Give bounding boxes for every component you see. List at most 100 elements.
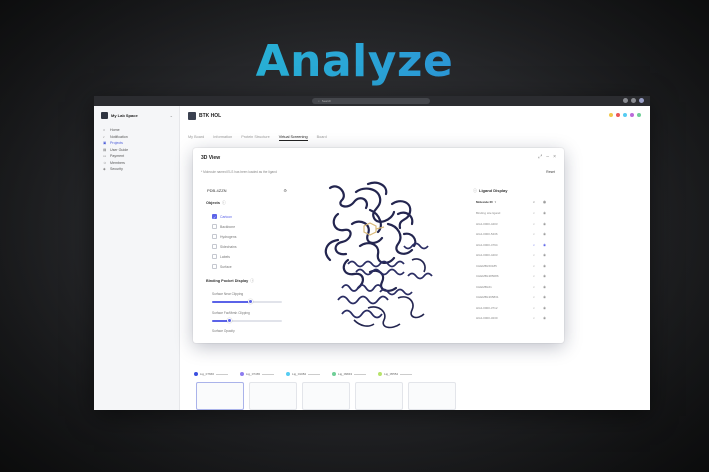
ligand-card[interactable] bbox=[355, 382, 403, 410]
ligand-row[interactable]: HG2-0000-4794 ⌕ ◉ bbox=[476, 242, 556, 248]
eye-icon[interactable]: ◉ bbox=[543, 211, 546, 215]
gear-icon[interactable]: ⚙ bbox=[283, 188, 287, 193]
checkbox[interactable] bbox=[212, 244, 217, 249]
eye-icon[interactable]: ◉ bbox=[543, 243, 546, 247]
workspace-switcher[interactable]: My Lab Space ⌄ bbox=[101, 112, 173, 119]
clipping-slider[interactable] bbox=[212, 299, 282, 304]
focus-icon[interactable]: ⌕ bbox=[533, 306, 535, 310]
ligand-legend-label: Lig_07666 bbox=[200, 372, 215, 376]
protein-structure-viewer[interactable] bbox=[308, 180, 458, 336]
search-input[interactable]: ⌕ Search bbox=[312, 98, 430, 104]
sidebar: My Lab Space ⌄ ⌂ Home ♪ Notification ▣ Projec… bbox=[94, 106, 180, 410]
focus-icon[interactable]: ⌕ bbox=[533, 222, 535, 226]
ligand-row[interactable]: Binding site ligand ⌕ ◉ bbox=[476, 210, 556, 216]
help-icon[interactable]: ⓘ bbox=[473, 188, 477, 193]
object-option-hydrogens[interactable]: Hydrogens bbox=[212, 234, 236, 239]
bell-icon: ♪ bbox=[103, 134, 105, 139]
ligand-legend-item[interactable]: Lig_07666 bbox=[194, 372, 229, 376]
bell-icon[interactable] bbox=[631, 98, 636, 103]
focus-icon[interactable]: ⌕ bbox=[533, 285, 535, 289]
tab-my-board[interactable]: My Board bbox=[188, 135, 204, 141]
reset-button[interactable]: Reset bbox=[546, 170, 555, 174]
eye-icon[interactable]: ◉ bbox=[543, 253, 546, 257]
users-icon: ☺ bbox=[103, 160, 107, 165]
slider-handle[interactable] bbox=[248, 299, 253, 304]
close-icon[interactable]: × bbox=[553, 154, 556, 160]
object-label: Backbone bbox=[220, 224, 236, 229]
member-avatar[interactable] bbox=[608, 112, 614, 118]
title-bar: ⌕ Search bbox=[94, 96, 650, 106]
ligand-row[interactable]: CHEMBL50185 ⌕ ◉ bbox=[476, 263, 556, 269]
ligand-legend-label: Lig_07465 bbox=[246, 372, 261, 376]
ligand-card[interactable] bbox=[408, 382, 456, 410]
ligand-row[interactable]: HG2-0000-4403 ⌕ ◉ bbox=[476, 221, 556, 227]
ligand-table-header: Molecule ID ▾ ⌕ ◉ bbox=[476, 199, 556, 205]
member-avatar[interactable] bbox=[629, 112, 635, 118]
ligand-card[interactable] bbox=[249, 382, 297, 410]
focus-icon[interactable]: ⌕ bbox=[533, 232, 535, 236]
member-avatars[interactable] bbox=[608, 112, 642, 118]
focus-all-icon[interactable]: ⌕ bbox=[533, 200, 535, 204]
eye-icon[interactable]: ◉ bbox=[543, 274, 546, 278]
ligand-row[interactable]: HG2-0000-4403 ⌕ ◉ bbox=[476, 252, 556, 258]
object-option-cartoon[interactable]: Cartoon bbox=[212, 214, 232, 219]
tab-virtual-screening[interactable]: Virtual Screening bbox=[278, 135, 308, 141]
ligand-legend-line bbox=[354, 373, 367, 375]
member-avatar[interactable] bbox=[622, 112, 628, 118]
checkbox[interactable] bbox=[212, 234, 217, 239]
eye-icon[interactable]: ◉ bbox=[543, 316, 546, 320]
avatar[interactable] bbox=[639, 98, 644, 103]
member-avatar[interactable] bbox=[636, 112, 642, 118]
eye-icon[interactable]: ◉ bbox=[543, 285, 546, 289]
object-option-surface[interactable]: Surface bbox=[212, 264, 232, 269]
focus-icon[interactable]: ⌕ bbox=[533, 243, 535, 247]
visibility-all-icon[interactable]: ◉ bbox=[543, 200, 546, 204]
ligand-legend-item[interactable]: Lig_07465 bbox=[240, 372, 275, 376]
ligand-legend-item[interactable]: Lig_09843 bbox=[332, 372, 367, 376]
checkbox[interactable] bbox=[212, 214, 217, 219]
object-option-labels[interactable]: Labels bbox=[212, 254, 230, 259]
tab-information[interactable]: Information bbox=[213, 135, 232, 141]
focus-icon[interactable]: ⌕ bbox=[533, 264, 535, 268]
focus-icon[interactable]: ⌕ bbox=[533, 211, 535, 215]
ligand-card[interactable] bbox=[302, 382, 350, 410]
ligand-legend-item[interactable]: Lig_05554 bbox=[378, 372, 413, 376]
ligand-row[interactable]: CHEMBL395831 ⌕ ◉ bbox=[476, 294, 556, 300]
focus-icon[interactable]: ⌕ bbox=[533, 316, 535, 320]
ligand-row[interactable]: HG2-0000-3230 ⌕ ◉ bbox=[476, 315, 556, 321]
eye-icon[interactable]: ◉ bbox=[543, 232, 546, 236]
object-option-sidechains[interactable]: Sidechains bbox=[212, 244, 237, 249]
checkbox[interactable] bbox=[212, 224, 217, 229]
object-option-backbone[interactable]: Backbone bbox=[212, 224, 235, 229]
ligand-card[interactable] bbox=[196, 382, 244, 410]
pdb-selector[interactable]: PDB-4ZZN ⚙ bbox=[207, 188, 287, 193]
member-avatar[interactable] bbox=[615, 112, 621, 118]
eye-icon[interactable]: ◉ bbox=[543, 222, 546, 226]
tab-board[interactable]: Board bbox=[317, 135, 327, 141]
ligand-row[interactable]: HG2-0000-5436 ⌕ ◉ bbox=[476, 231, 556, 237]
eye-icon[interactable]: ◉ bbox=[543, 306, 546, 310]
sort-icon[interactable]: ▾ bbox=[495, 200, 497, 204]
eye-icon[interactable]: ◉ bbox=[543, 295, 546, 299]
ligand-row[interactable]: HG2-0000-3712 ⌕ ◉ bbox=[476, 305, 556, 311]
sidebar-item-label: Security bbox=[110, 167, 123, 172]
help-icon[interactable]: ⓘ bbox=[250, 279, 254, 283]
checkbox[interactable] bbox=[212, 254, 217, 259]
checkbox[interactable] bbox=[212, 264, 217, 269]
ligand-row[interactable]: CHEMBL61 ⌕ ◉ bbox=[476, 284, 556, 290]
clipping-slider[interactable] bbox=[212, 318, 282, 323]
focus-icon[interactable]: ⌕ bbox=[533, 295, 535, 299]
slider-handle[interactable] bbox=[227, 318, 232, 323]
expand-icon[interactable]: ⤢ bbox=[538, 154, 542, 160]
focus-icon[interactable]: ⌕ bbox=[533, 253, 535, 257]
sidebar-item-security[interactable]: ◈ Security bbox=[103, 166, 179, 173]
ligand-row[interactable]: CHEMBL385086 ⌕ ◉ bbox=[476, 273, 556, 279]
ligand-legend-item[interactable]: Lig_01084 bbox=[286, 372, 321, 376]
focus-icon[interactable]: ⌕ bbox=[533, 274, 535, 278]
help-icon[interactable]: ⓘ bbox=[222, 201, 226, 205]
tab-protein-structure[interactable]: Protein Structure bbox=[241, 135, 270, 141]
settings-icon[interactable] bbox=[623, 98, 628, 103]
eye-icon[interactable]: ◉ bbox=[543, 264, 546, 268]
ligand-color-swatch bbox=[332, 372, 337, 376]
minimize-icon[interactable]: – bbox=[546, 154, 549, 160]
